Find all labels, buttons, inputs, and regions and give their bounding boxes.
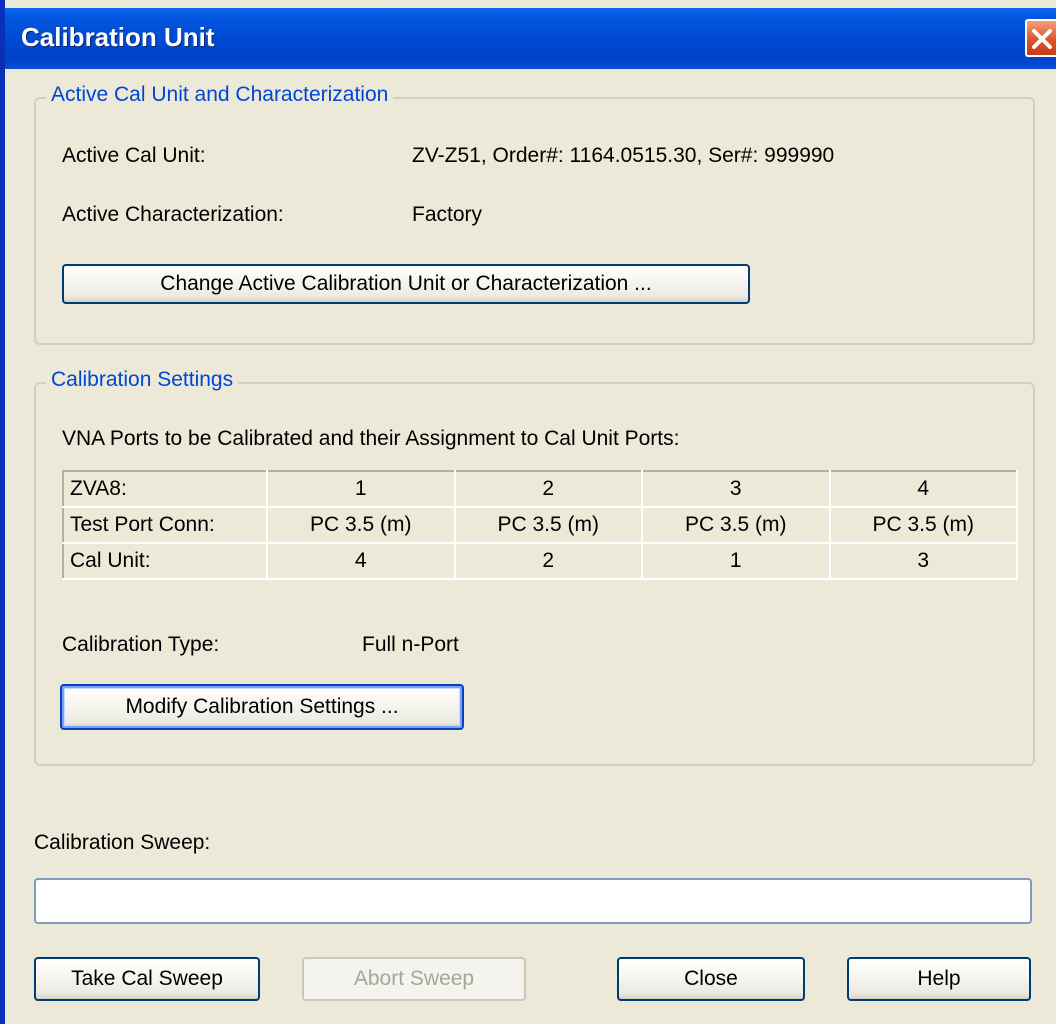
window-title: Calibration Unit [21,22,215,52]
calibration-type-value: Full n-Port [362,633,459,656]
help-button[interactable]: Help [847,957,1031,1001]
abort-sweep-button[interactable]: Abort Sweep [302,957,526,1001]
table-cell: 2 [453,470,643,508]
table-cell[interactable]: PC 3.5 (m) [266,506,456,544]
calibration-sweep-label: Calibration Sweep: [34,831,211,854]
row-header: Cal Unit: [62,542,268,580]
calibration-settings-group-title: Calibration Settings [46,368,239,392]
table-cell[interactable]: PC 3.5 (m) [641,506,831,544]
table-cell[interactable]: 1 [641,542,831,580]
close-button[interactable]: Close [617,957,805,1001]
active-cal-unit-label: Active Cal Unit: [62,144,206,167]
active-characterization-label: Active Characterization: [62,203,284,226]
window-close-button[interactable] [1025,19,1056,57]
row-header: Test Port Conn: [62,506,268,544]
table-cell[interactable]: 4 [266,542,456,580]
port-assignment-table: ZVA8: 1 2 3 4 Test Port Conn: PC 3.5 (m)… [62,470,1018,580]
modify-calibration-settings-button[interactable]: Modify Calibration Settings ... [60,684,464,730]
table-row: Cal Unit: 4 2 1 3 [62,542,1018,580]
table-cell: 1 [266,470,456,508]
table-cell[interactable]: 2 [453,542,643,580]
take-cal-sweep-button[interactable]: Take Cal Sweep [34,957,260,1001]
table-cell[interactable]: PC 3.5 (m) [828,506,1018,544]
calibration-type-label: Calibration Type: [62,633,220,656]
close-x-icon [1032,29,1052,49]
table-row: ZVA8: 1 2 3 4 [62,470,1018,508]
title-bar[interactable]: Calibration Unit [5,8,1056,69]
table-cell: 3 [641,470,831,508]
active-characterization-value: Factory [412,203,483,226]
table-cell[interactable]: 3 [828,542,1018,580]
active-cal-unit-value: ZV-Z51, Order#: 1164.0515.30, Ser#: 9999… [412,144,835,167]
table-row: Test Port Conn: PC 3.5 (m) PC 3.5 (m) PC… [62,506,1018,544]
row-header: ZVA8: [62,470,268,508]
window-left-border [0,0,5,1024]
calibration-sweep-progress-bar [34,878,1032,924]
table-cell[interactable]: PC 3.5 (m) [453,506,643,544]
ports-caption: VNA Ports to be Calibrated and their Ass… [62,427,680,450]
change-cal-unit-button[interactable]: Change Active Calibration Unit or Charac… [62,264,750,304]
table-cell: 4 [828,470,1018,508]
active-cal-unit-group-title: Active Cal Unit and Characterization [46,83,394,107]
